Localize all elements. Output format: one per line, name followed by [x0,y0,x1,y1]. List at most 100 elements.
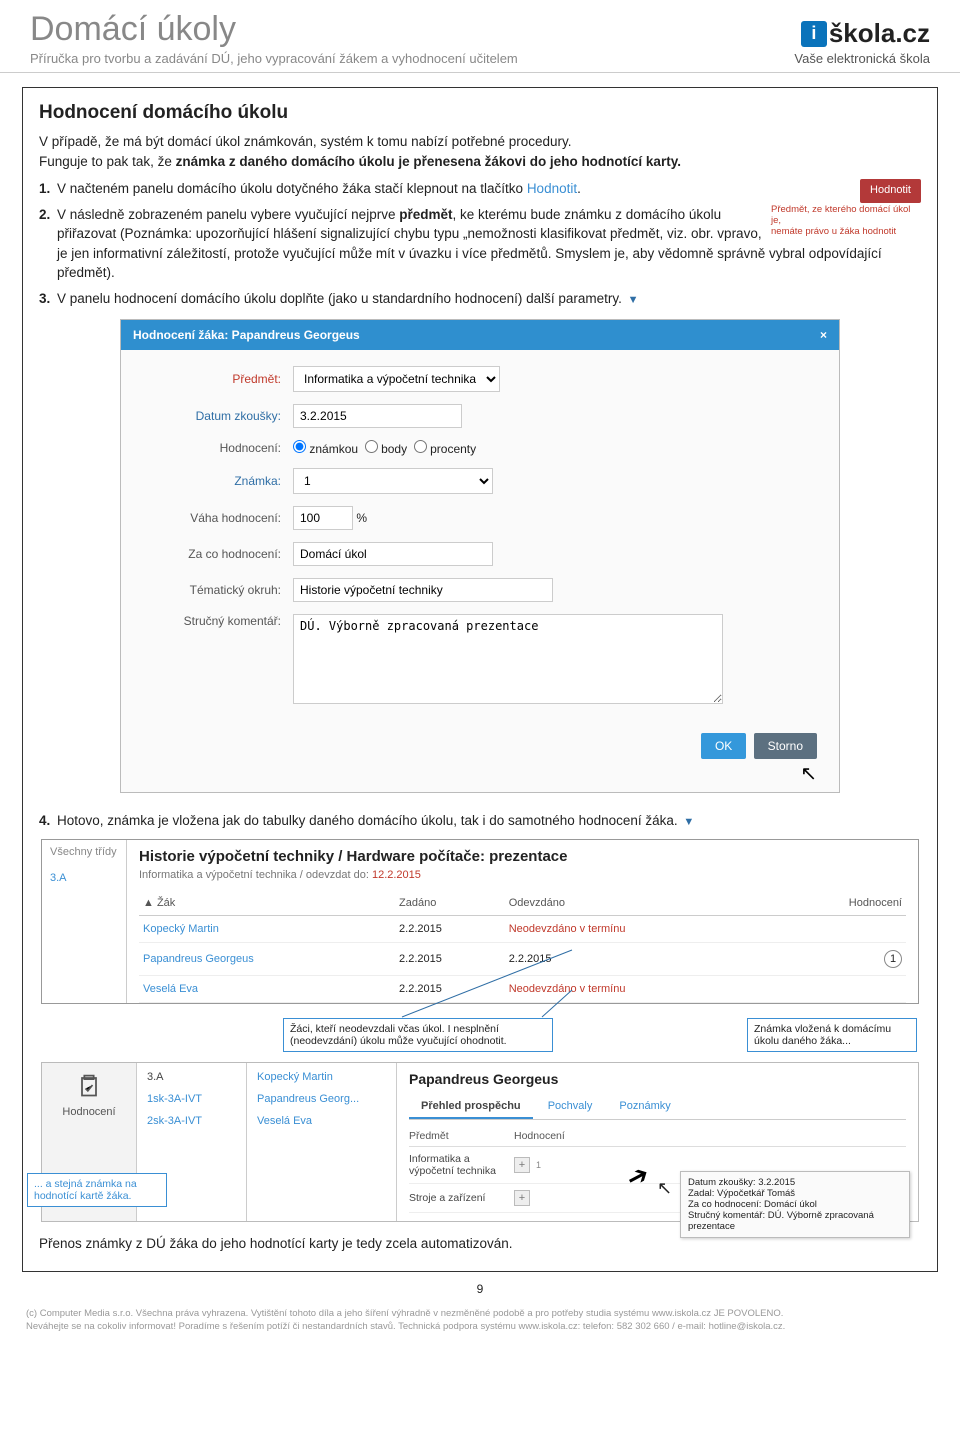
step-4: 4. Hotovo, známka je vložena jak do tabu… [39,811,921,831]
label-predmet: Předmět: [143,372,293,386]
tab-poznamky[interactable]: Poznámky [607,1095,682,1117]
col-hodnoceni: Hodnocení [514,1130,565,1142]
tip-2: Zadal: Výpočetkář Tomáš [688,1188,902,1199]
cursor-icon: ↖ [91,761,817,786]
warn-1: Předmět, ze kterého domácí úkol je, [771,204,910,226]
li1-dot: . [577,181,581,196]
arrow-marker-icon-2: ▼ [683,816,694,828]
table-row[interactable]: Veselá Eva2.2.2015Neodevzdáno v termínu [139,975,906,1002]
callout-same-grade: ... a stejná známka na hodnotící kartě ž… [27,1173,167,1207]
step-2: 2. Předmět, ze kterého domácí úkol je, n… [39,205,921,283]
tip-3: Za co hodnocení: Domácí úkol [688,1199,902,1210]
student-name: Papandreus Georgeus [409,1071,906,1087]
grading-card-shot: Hodnocení 3.A 1sk-3A-IVT 2sk-3A-IVT Kope… [41,1062,919,1222]
expand-button-1[interactable]: + [514,1157,530,1173]
cursor-icon-2: ↖ [657,1178,672,1199]
label-znamka: Známka: [143,474,293,488]
logo-icon: i [801,21,827,47]
radio-procenty[interactable]: procenty [414,442,476,456]
komentar-textarea[interactable]: DÚ. Výborně zpracovaná prezentace [293,614,723,704]
instruction-list-2: 4. Hotovo, známka je vložena jak do tabu… [39,811,921,831]
predmet-select[interactable]: Informatika a výpočetní technika [293,366,500,392]
page-number: 9 [0,1282,960,1296]
modal-body: Předmět: Informatika a výpočetní technik… [121,350,839,733]
close-icon[interactable]: × [820,328,827,342]
callout-left-pupils: Žáci, kteří neodevzdali včas úkol. I nes… [283,1018,553,1052]
ok-button[interactable]: OK [701,733,746,759]
znamka-select[interactable]: 1 [293,468,493,494]
step-3: 3. V panelu hodnocení domácího úkolu dop… [39,289,921,309]
student-link-3[interactable]: Veselá Eva [257,1115,386,1127]
li2-b: předmět [399,207,452,222]
th-odevzdano[interactable]: Odevzdáno [505,891,774,916]
label-komentar: Stručný komentář: [143,614,293,628]
arrow-marker-icon: ▼ [628,294,639,306]
storno-button[interactable]: Storno [754,733,817,759]
vaha-input[interactable] [293,506,353,530]
li1-a: V načteném panelu domácího úkolu dotyčné… [57,181,527,196]
table-row[interactable]: Papandreus Georgeus2.2.20152.2.20151 [139,942,906,975]
section-heading: Hodnocení domácího úkolu [39,102,921,124]
tab-prehled[interactable]: Přehled prospěchu [409,1095,533,1119]
page-header: Domácí úkoly Příručka pro tvorbu a zadáv… [0,0,960,73]
logo-top: i škola.cz [794,18,930,49]
assignment-info: Informatika a výpočetní technika / odevz… [139,869,906,881]
label-okruh: Tématický okruh: [143,583,293,597]
li2-a: V následně zobrazeném panelu vybere vyuč… [57,207,399,222]
th-zadano[interactable]: Zadáno [395,891,505,916]
class-sidebar: Všechny třídy 3.A [42,840,127,1003]
modal-title: Hodnocení žáka: Papandreus Georgeus [133,328,360,342]
tip-1: Datum zkoušky: 3.2.2015 [688,1177,902,1188]
footer-line-1: (c) Computer Media s.r.o. Všechna práva … [26,1308,934,1321]
student-link-1[interactable]: Kopecký Martin [257,1071,386,1083]
homework-table-shot: Všechny třídy 3.A Historie výpočetní tec… [41,839,919,1004]
instruction-list: 1. Hodnotit V načteném panelu domácího ú… [39,179,921,309]
okruh-input[interactable] [293,578,553,602]
subject-text: Informatika a výpočetní technika / odevz… [139,869,372,881]
th-hodnoceni[interactable]: Hodnocení [774,891,906,916]
logo-block: i škola.cz Vaše elektronická škola [794,18,930,66]
grade-tooltip: Datum zkoušky: 3.2.2015 Zadal: Výpočetká… [680,1171,910,1238]
page-footer: (c) Computer Media s.r.o. Všechna práva … [0,1304,960,1348]
table-row[interactable]: Kopecký Martin2.2.2015Neodevzdáno v term… [139,915,906,942]
intro-2b: známka z daného domácího úkolu je přenes… [176,154,681,169]
datum-input[interactable] [293,404,462,428]
all-classes-label: Všechny třídy [50,846,117,858]
radio-znamkou[interactable]: známkou [293,442,358,456]
radio-body[interactable]: body [365,442,407,456]
hodnotit-button-sample[interactable]: Hodnotit [860,179,921,203]
label-vaha: Váha hodnocení: [143,511,293,525]
nav-group-1[interactable]: 1sk-3A-IVT [147,1093,236,1105]
clipboard-icon [75,1071,103,1099]
expand-button-2[interactable]: + [514,1190,530,1206]
hodnoceni-radios: známkou body procenty [293,440,476,456]
students-col: Kopecký Martin Papandreus Georg... Vesel… [247,1063,397,1221]
nav-class: 3.A [147,1071,236,1083]
class-link[interactable]: 3.A [50,872,118,884]
assignment-title: Historie výpočetní techniky / Hardware p… [139,848,906,865]
li4-text: Hotovo, známka je vložena jak do tabulky… [57,813,678,828]
pct-label: % [356,511,367,525]
grade-value: 1 [536,1160,541,1170]
student-link-2[interactable]: Papandreus Georg... [257,1093,386,1105]
subj-1: Informatika a výpočetní technika [409,1153,514,1177]
tab-pochvaly[interactable]: Pochvaly [536,1095,605,1117]
logo-tagline: Vaše elektronická škola [794,51,930,66]
doc-subtitle: Příručka pro tvorbu a zadávání DÚ, jeho … [30,51,518,66]
subj-2: Stroje a zařízení [409,1192,514,1204]
label-datum: Datum zkoušky: [143,409,293,423]
doc-title: Domácí úkoly [30,10,518,49]
footer-line-2: Neváhejte se na cokoliv informovat! Pora… [26,1321,934,1334]
title-block: Domácí úkoly Příručka pro tvorbu a zadáv… [30,10,518,66]
zaco-input[interactable] [293,542,493,566]
card-main: Papandreus Georgeus Přehled prospěchu Po… [397,1063,918,1221]
label-hodnoceni: Hodnocení: [143,441,293,455]
label-zaco: Za co hodnocení: [143,547,293,561]
th-zak[interactable]: ▲ Žák [139,891,395,916]
nav-group-2[interactable]: 2sk-3A-IVT [147,1115,236,1127]
col-predmet: Předmět [409,1130,514,1142]
grading-modal: Hodnocení žáka: Papandreus Georgeus × Př… [120,319,840,793]
content-frame: Hodnocení domácího úkolu V případě, že m… [22,87,938,1272]
intro-line-2: Funguje to pak tak, že známka z daného d… [39,152,921,172]
due-date: 12.2.2015 [372,869,421,881]
